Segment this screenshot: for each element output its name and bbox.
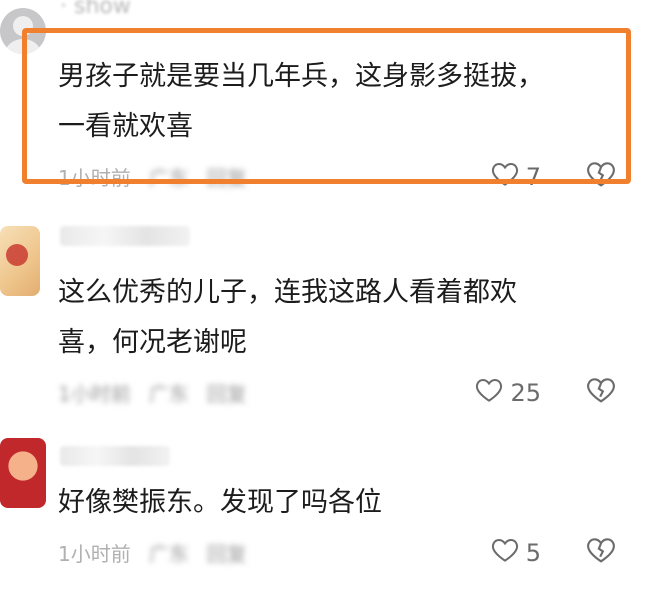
comment-item: · show 男孩子就是要当几年兵，这身影多挺拔， 一看就欢喜 1小时前 广东 回复…: [0, 0, 657, 200]
reply-button[interactable]: 回复: [207, 166, 247, 190]
comment-item: 这么优秀的儿子，连我这路人看着都欢 喜，何况老谢呢 1小时前 广东 回复 25: [0, 210, 657, 410]
broken-heart-icon: [585, 538, 617, 570]
broken-heart-icon: [585, 162, 617, 194]
comment-item: 好像樊振东。发现了吗各位 1小时前 广东 回复 5: [0, 430, 657, 599]
comment-location: 广东: [148, 166, 189, 190]
reply-button[interactable]: 回复: [207, 542, 247, 566]
comment-text: 男孩子就是要当几年兵，这身影多挺拔， 一看就欢喜: [58, 61, 544, 142]
like-button[interactable]: 25: [474, 375, 541, 411]
dislike-button[interactable]: [585, 534, 617, 570]
heart-outline-icon: [474, 375, 504, 411]
username[interactable]: [60, 446, 170, 466]
comment-meta: 1小时前 广东 回复: [58, 162, 247, 191]
heart-outline-icon: [490, 159, 520, 195]
like-button[interactable]: 5: [490, 535, 541, 571]
broken-heart-icon: [585, 378, 617, 410]
comment-time: 1小时前: [58, 382, 131, 406]
like-button[interactable]: 7: [490, 159, 541, 195]
like-count: 7: [525, 163, 541, 191]
comment-location: 广东: [148, 382, 189, 406]
dislike-button[interactable]: [585, 158, 617, 194]
dislike-button[interactable]: [585, 374, 617, 410]
like-count: 25: [510, 379, 541, 407]
comment-location: 广东: [148, 542, 189, 566]
reply-button[interactable]: 回复: [207, 382, 247, 406]
heart-outline-icon: [490, 535, 520, 571]
username[interactable]: [60, 226, 190, 246]
comment-time: 1小时前: [58, 166, 131, 190]
user-avatar[interactable]: [0, 8, 46, 54]
comment-text: 好像樊振东。发现了吗各位: [58, 487, 382, 518]
comment-meta: 1小时前 广东 回复: [58, 538, 247, 567]
comment-text: 这么优秀的儿子，连我这路人看着都欢 喜，何况老谢呢: [58, 277, 517, 358]
user-avatar[interactable]: [0, 226, 40, 296]
user-avatar[interactable]: [0, 438, 46, 508]
comment-time: 1小时前: [58, 542, 131, 566]
comment-meta: 1小时前 广东 回复: [58, 378, 247, 407]
username[interactable]: · show: [60, 0, 131, 19]
like-count: 5: [525, 539, 541, 567]
